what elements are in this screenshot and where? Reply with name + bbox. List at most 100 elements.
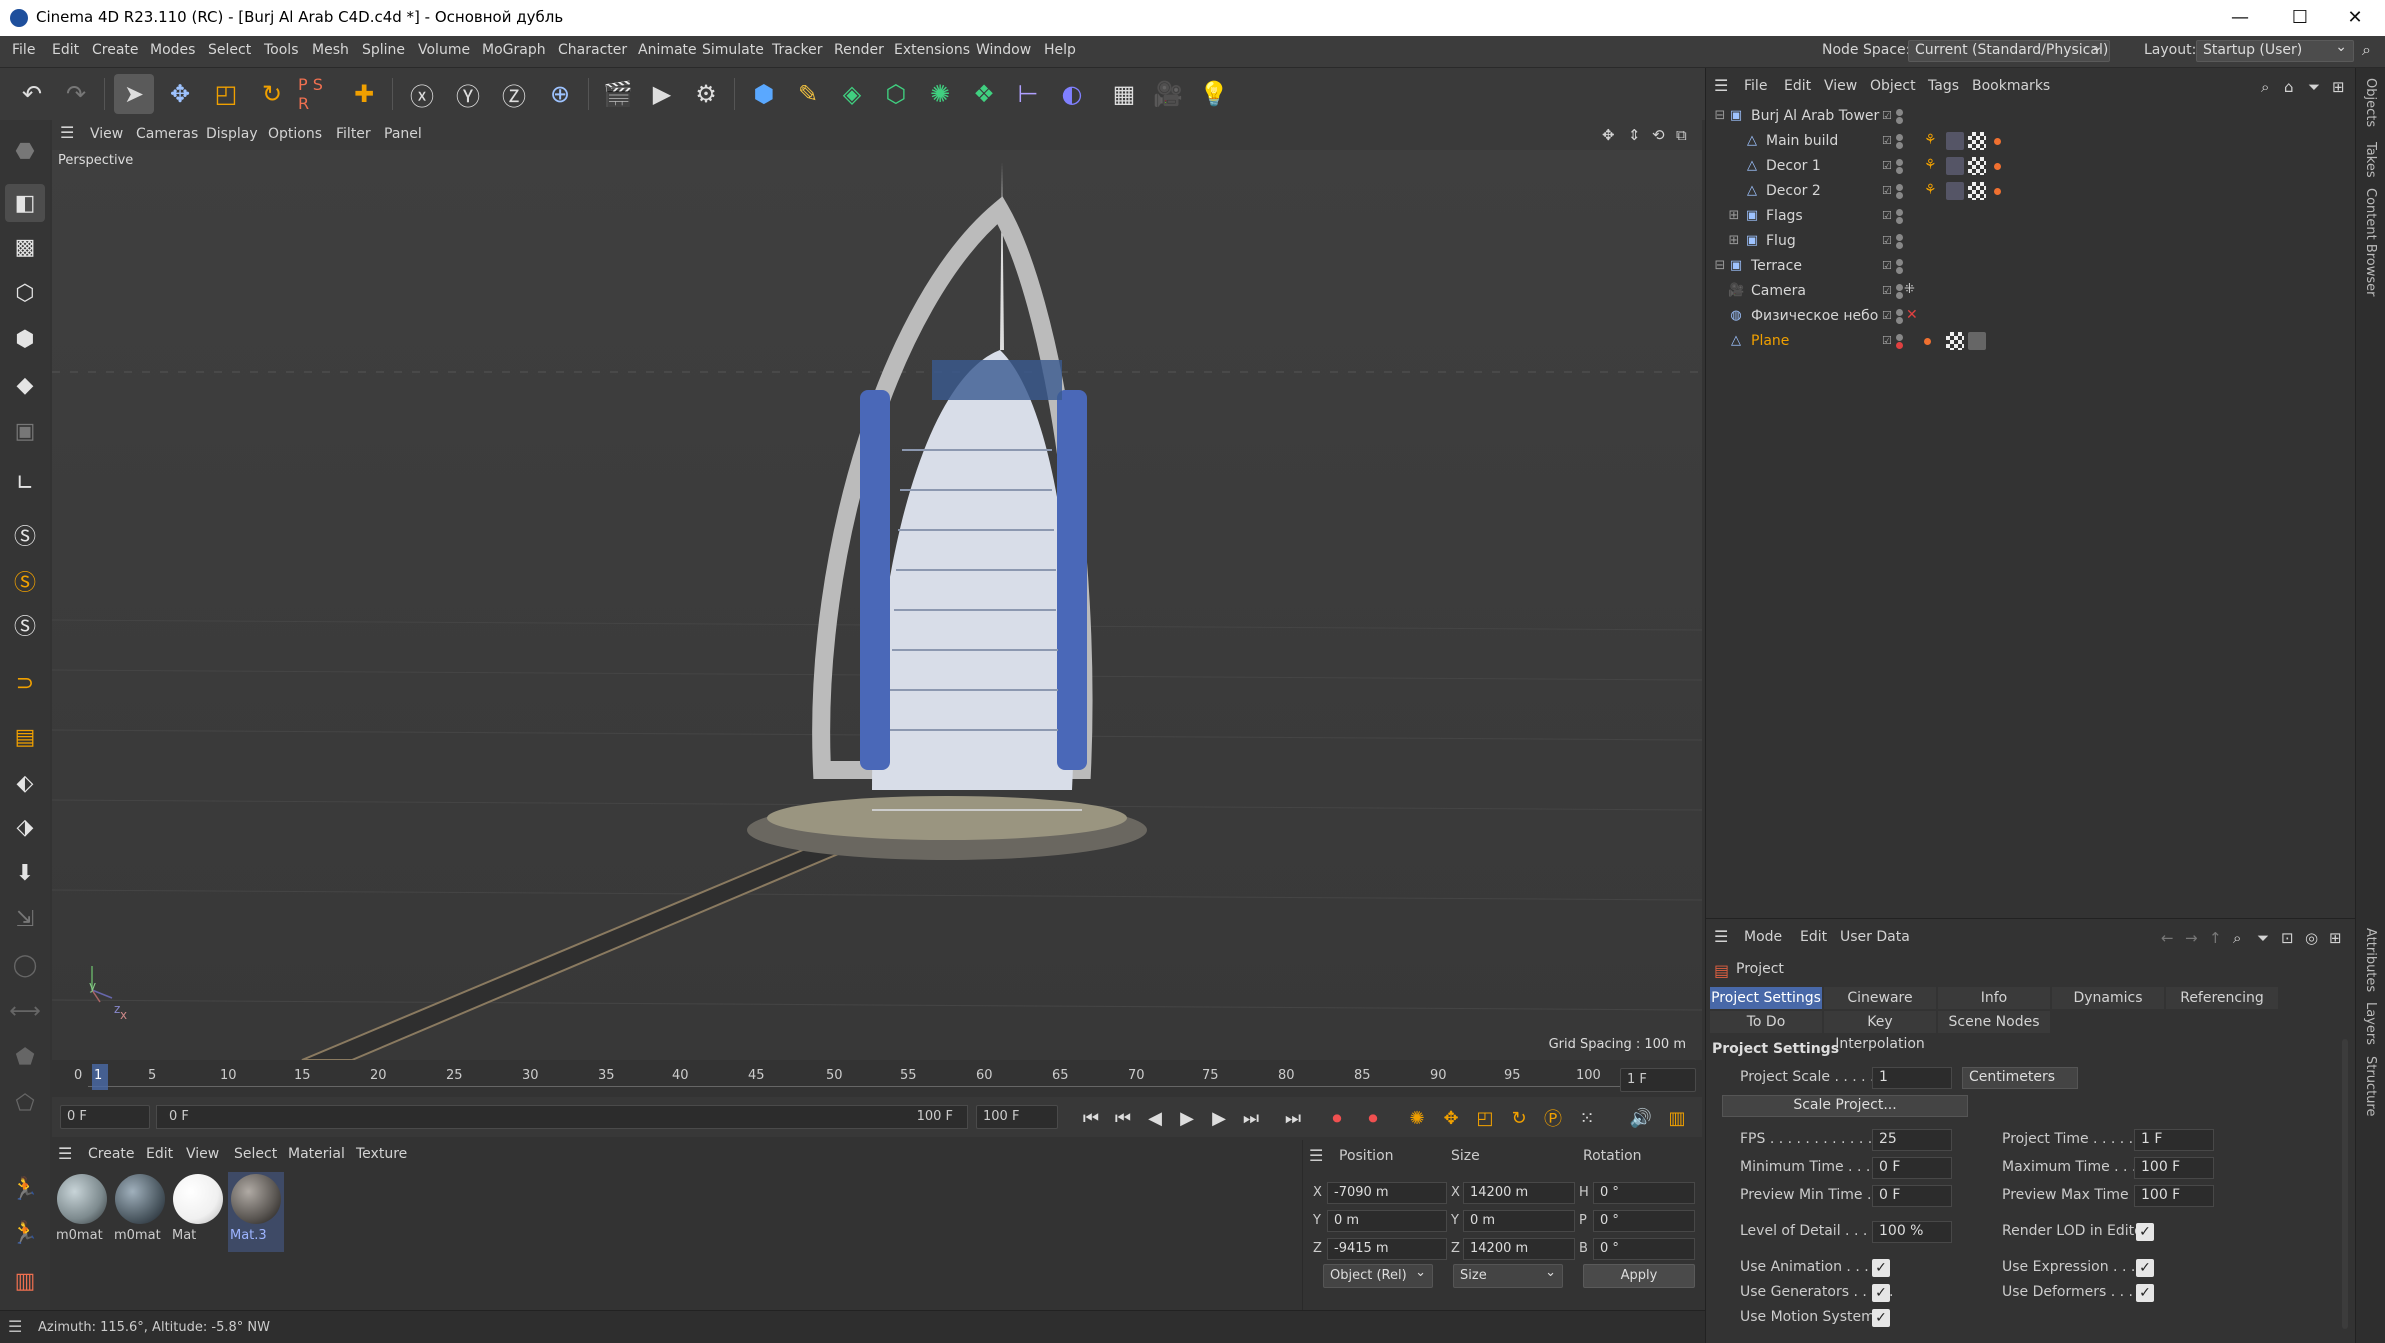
generator-icon[interactable]: ❖ [964,74,1004,114]
object-row[interactable]: ⊟ ▣ Burj Al Arab Tower ☑ [1706,104,2356,129]
render-visibility-dot[interactable] [1896,167,1903,174]
editor-visibility-dot[interactable] [1896,309,1903,316]
timeline-ruler[interactable]: 1 0 5 10 15 20 25 30 35 40 45 50 55 60 6… [52,1060,1702,1095]
render-region-icon[interactable]: 🎬 [598,74,638,114]
object-row[interactable]: ◍ Физическое небо ☑ ✕ [1706,304,2356,329]
menu-file[interactable]: File [12,42,35,58]
menu-mesh[interactable]: Mesh [312,42,349,58]
home-icon[interactable]: ⌂ [2284,78,2294,96]
material-menu-view[interactable]: View [186,1146,219,1162]
node-space-select[interactable]: Current (Standard/Physical) [1908,39,2110,62]
object-row[interactable]: △ Decor 2 ☑ ⚘ [1706,179,2356,204]
material-menu-material[interactable]: Material [288,1146,345,1162]
texture-tag-icon[interactable]: ⚘ [1924,132,1942,150]
menu-animate[interactable]: Animate [638,42,697,58]
filter-icon[interactable]: ⏷ [2257,929,2269,947]
size-z-field[interactable]: 14200 m [1463,1238,1575,1260]
render-visibility-dot[interactable] [1896,117,1903,124]
material-swatch[interactable]: m0mat [112,1172,168,1252]
solo-hierarchy-icon[interactable]: ⬠ [5,1084,45,1122]
cloner-icon[interactable]: ✺ [920,74,960,114]
menu-modes[interactable]: Modes [150,42,195,58]
undo-icon[interactable]: ↶ [12,74,52,114]
rotation-key-icon[interactable]: ↻ [1504,1103,1534,1133]
tab-info[interactable]: Info [1938,987,2050,1009]
model-mode-icon[interactable]: ◧ [5,184,45,222]
psr-icon[interactable]: P S R [298,74,338,114]
point-level-icon[interactable]: ⁙ [1572,1103,1602,1133]
object-row[interactable]: ⊞ ▣ Flug ☑ [1706,229,2356,254]
level-of-detail-field[interactable]: 100 % [1872,1221,1952,1243]
lock-icon[interactable]: ⊡ [2281,929,2294,947]
snap-icon[interactable]: Ⓢ [5,516,45,554]
viewport-menu-options[interactable]: Options [268,126,322,142]
viewport-menu-icon[interactable]: ☰ [60,123,74,142]
preview-max-time-field[interactable]: 100 F [2134,1185,2214,1207]
object-row[interactable]: ⊟ ▣ Terrace ☑ [1706,254,2356,279]
target-icon[interactable]: ◎ [2305,929,2318,947]
linear-icon[interactable]: ⟷ [5,992,45,1030]
z-axis-icon[interactable]: Ⓩ [494,74,534,114]
render-visibility-dot[interactable] [1896,317,1903,324]
apply-button[interactable]: Apply [1583,1264,1695,1288]
pos-x-field[interactable]: -7090 m [1327,1182,1447,1204]
object-row[interactable]: △ Main build ☑ ⚘ [1706,129,2356,154]
tag-dot[interactable] [1994,163,2001,170]
tag-dot[interactable] [1924,338,1931,345]
visibility-check-icon[interactable]: ☑ [1882,209,1894,223]
material-menu-edit[interactable]: Edit [146,1146,173,1162]
size-x-field[interactable]: 14200 m [1463,1182,1575,1204]
x-axis-icon[interactable]: ⓧ [402,74,442,114]
floor-align-icon[interactable]: ⬇ [5,854,45,892]
menu-select[interactable]: Select [208,42,251,58]
extrude-icon[interactable]: ⬡ [876,74,916,114]
sound-icon[interactable]: 🔊 [1626,1103,1656,1133]
side-tab-takes[interactable]: Takes [2363,142,2378,178]
orbit-icon[interactable]: ⟲ [1652,126,1665,144]
forward-arrow-icon[interactable]: → [2185,929,2198,947]
workplane-icon[interactable]: ▤ [5,718,45,756]
material-menu-icon[interactable]: ☰ [58,1144,72,1163]
viewport-menu-view[interactable]: View [90,126,123,142]
world-icon[interactable]: ⊕ [540,74,580,114]
next-key-icon[interactable]: ⏭ [1236,1103,1266,1133]
new-window-icon[interactable]: ⊞ [2329,929,2342,947]
visibility-check-icon[interactable]: ☑ [1882,134,1894,148]
workplane-align-icon[interactable]: ⬖ [5,764,45,802]
maximize-button[interactable]: ☐ [2280,4,2320,32]
object-menu-tags[interactable]: Tags [1928,78,1959,94]
menu-mograph[interactable]: MoGraph [482,42,546,58]
camera-icon[interactable]: 🎥 [1148,74,1188,114]
pan-icon[interactable]: ✥ [1602,126,1615,144]
editor-visibility-dot[interactable] [1896,284,1903,291]
tab-referencing[interactable]: Referencing [2166,987,2278,1009]
go-to-start-icon[interactable]: ⏮ [1076,1103,1106,1133]
attribute-menu-edit[interactable]: Edit [1800,929,1827,945]
subdivision-icon[interactable]: ◈ [832,74,872,114]
rot-h-field[interactable]: 0 ° [1593,1182,1695,1204]
polygons-mode-icon[interactable]: ◆ [5,366,45,404]
tab-scene-nodes[interactable]: Scene Nodes [1938,1011,2050,1033]
object-row[interactable]: ⊞ ▣ Flags ☑ [1706,204,2356,229]
redo-icon[interactable]: ↷ [56,74,96,114]
pos-y-field[interactable]: 0 m [1327,1210,1447,1232]
deformer-icon[interactable]: ⊢ [1008,74,1048,114]
visibility-check-icon[interactable]: ☑ [1882,234,1894,248]
up-arrow-icon[interactable]: ↑ [2209,929,2222,947]
uv-mode-icon[interactable]: ▣ [5,412,45,450]
texture-tag-icon[interactable]: ⚘ [1924,182,1942,200]
add-icon[interactable]: ✚ [344,74,384,114]
use-animation-checkbox[interactable]: ✓ [1872,1259,1890,1277]
snap-settings-icon[interactable]: Ⓢ [5,562,45,600]
render-visibility-dot[interactable] [1896,242,1903,249]
object-row-selected[interactable]: △ Plane ☑ [1706,329,2356,354]
menu-create[interactable]: Create [92,42,139,58]
side-tab-layers[interactable]: Layers [2363,1002,2378,1045]
viewport-menu-panel[interactable]: Panel [384,126,422,142]
menu-character[interactable]: Character [558,42,627,58]
side-tab-content-browser[interactable]: Content Browser [2363,188,2378,297]
editor-visibility-dot[interactable] [1896,184,1903,191]
current-frame-field[interactable]: 1 F [1620,1068,1696,1092]
quantize-icon[interactable]: ⇲ [5,900,45,938]
rot-p-field[interactable]: 0 ° [1593,1210,1695,1232]
